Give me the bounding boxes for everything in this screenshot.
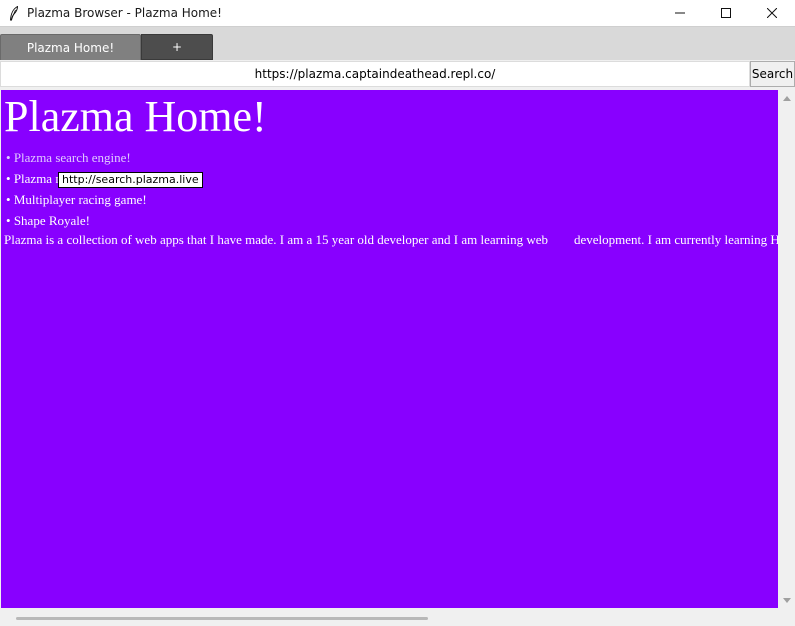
link-racing-game[interactable]: • Multiplayer racing game! [6, 189, 147, 210]
tab-plazma-home[interactable]: Plazma Home! [0, 34, 141, 61]
page-viewport: Plazma Home! • Plazma search engine! • P… [1, 90, 778, 608]
link-label: Plazma n [13, 171, 62, 186]
link-shape-royale[interactable]: • Shape Royale! [6, 210, 147, 231]
window-title: Plazma Browser - Plazma Home! [27, 6, 222, 20]
link-label: Shape Royale! [13, 213, 90, 228]
link-search-engine[interactable]: • Plazma search engine! [6, 147, 147, 168]
link-label: Plazma search engine! [13, 150, 131, 165]
page-title: Plazma Home! [4, 92, 267, 141]
link-label: Multiplayer racing game! [13, 192, 147, 207]
maximize-button[interactable] [703, 0, 749, 26]
maximize-icon [721, 8, 731, 18]
link-tooltip: http://search.plazma.live [58, 172, 203, 188]
tab-strip: Plazma Home! + [0, 26, 795, 61]
description-text: Plazma is a collection of web apps that … [4, 232, 778, 247]
horizontal-scroll-thumb[interactable] [16, 617, 428, 620]
feather-icon [7, 5, 21, 21]
close-icon [767, 8, 777, 18]
scroll-down-icon[interactable] [779, 592, 795, 608]
search-button[interactable]: Search [750, 61, 795, 87]
address-row: Search [0, 60, 795, 88]
minimize-button[interactable] [657, 0, 703, 26]
close-button[interactable] [749, 0, 795, 26]
link-list: • Plazma search engine! • Plazma n • Mul… [6, 147, 147, 231]
title-bar: Plazma Browser - Plazma Home! [0, 0, 795, 26]
horizontal-scrollbar[interactable] [0, 608, 795, 626]
scroll-up-icon[interactable] [779, 90, 795, 106]
vertical-scrollbar[interactable] [779, 90, 795, 608]
url-input[interactable] [0, 61, 750, 87]
new-tab-button[interactable]: + [141, 34, 213, 60]
minimize-icon [675, 12, 685, 14]
